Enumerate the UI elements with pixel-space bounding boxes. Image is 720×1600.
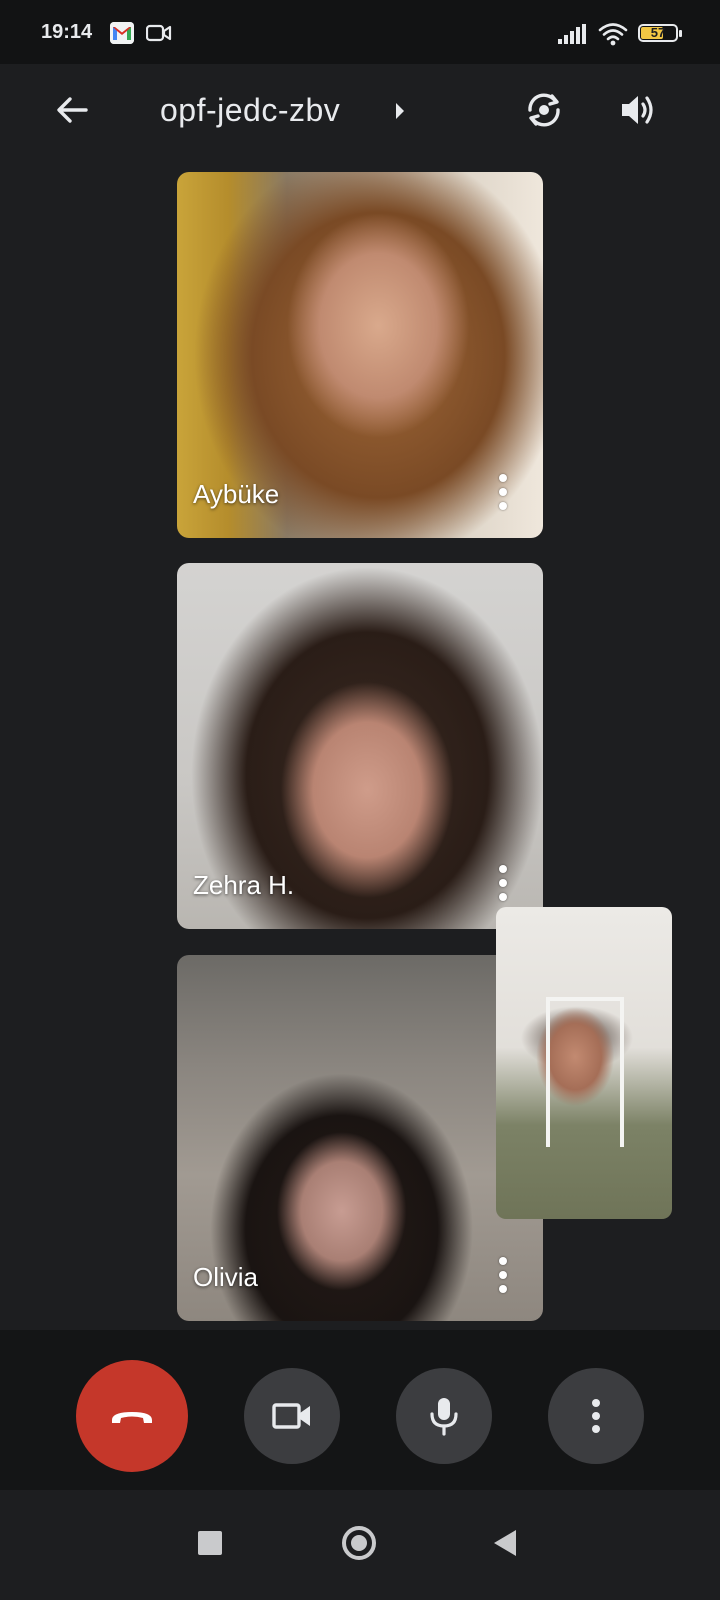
end-call-button[interactable]: [76, 1360, 188, 1472]
more-options-button[interactable]: [548, 1368, 644, 1464]
switch-camera-button[interactable]: [520, 86, 568, 134]
wifi-icon: [598, 22, 628, 46]
status-bar: 19:14 57: [0, 0, 720, 64]
meeting-code[interactable]: opf-jedc-zbv: [160, 92, 340, 129]
participant-tile[interactable]: Olivia: [177, 955, 543, 1321]
call-controls: [0, 1330, 720, 1490]
recents-icon[interactable]: [198, 1531, 222, 1555]
camera-toggle-button[interactable]: [244, 1368, 340, 1464]
more-vert-icon: [592, 1399, 600, 1433]
participant-name: Zehra H.: [193, 870, 295, 900]
self-view-video[interactable]: [496, 907, 672, 1219]
self-view-background-door: [546, 997, 624, 1147]
nav-back-icon[interactable]: [494, 1530, 516, 1556]
microphone-icon: [430, 1398, 458, 1436]
back-button[interactable]: [48, 86, 96, 134]
signal-icon: [558, 24, 588, 44]
video-camera-icon: [272, 1403, 310, 1429]
switch-camera-icon: [528, 93, 560, 127]
system-navigation-bar: [0, 1490, 720, 1600]
speaker-icon: [622, 96, 653, 124]
battery-level: 57: [650, 25, 666, 40]
meeting-header: opf-jedc-zbv: [0, 64, 720, 160]
caret-right-icon[interactable]: [393, 100, 407, 122]
battery-icon: 57: [638, 24, 682, 44]
hang-up-icon: [112, 1412, 152, 1423]
participant-menu-icon[interactable]: [497, 474, 509, 510]
participant-name: Olivia: [193, 1262, 259, 1292]
participant-name: Aybüke: [193, 479, 280, 509]
participant-menu-icon[interactable]: [497, 1257, 509, 1293]
speaker-button[interactable]: [614, 86, 662, 134]
home-icon[interactable]: [342, 1526, 376, 1560]
participant-tile[interactable]: Aybüke: [177, 172, 543, 538]
microphone-toggle-button[interactable]: [396, 1368, 492, 1464]
back-arrow-icon: [57, 97, 88, 123]
gmail-icon: [110, 22, 134, 44]
video-notification-icon: [145, 24, 172, 42]
participant-tile[interactable]: Zehra H.: [177, 563, 543, 929]
participant-menu-icon[interactable]: [497, 865, 509, 901]
status-time: 19:14: [41, 21, 93, 43]
